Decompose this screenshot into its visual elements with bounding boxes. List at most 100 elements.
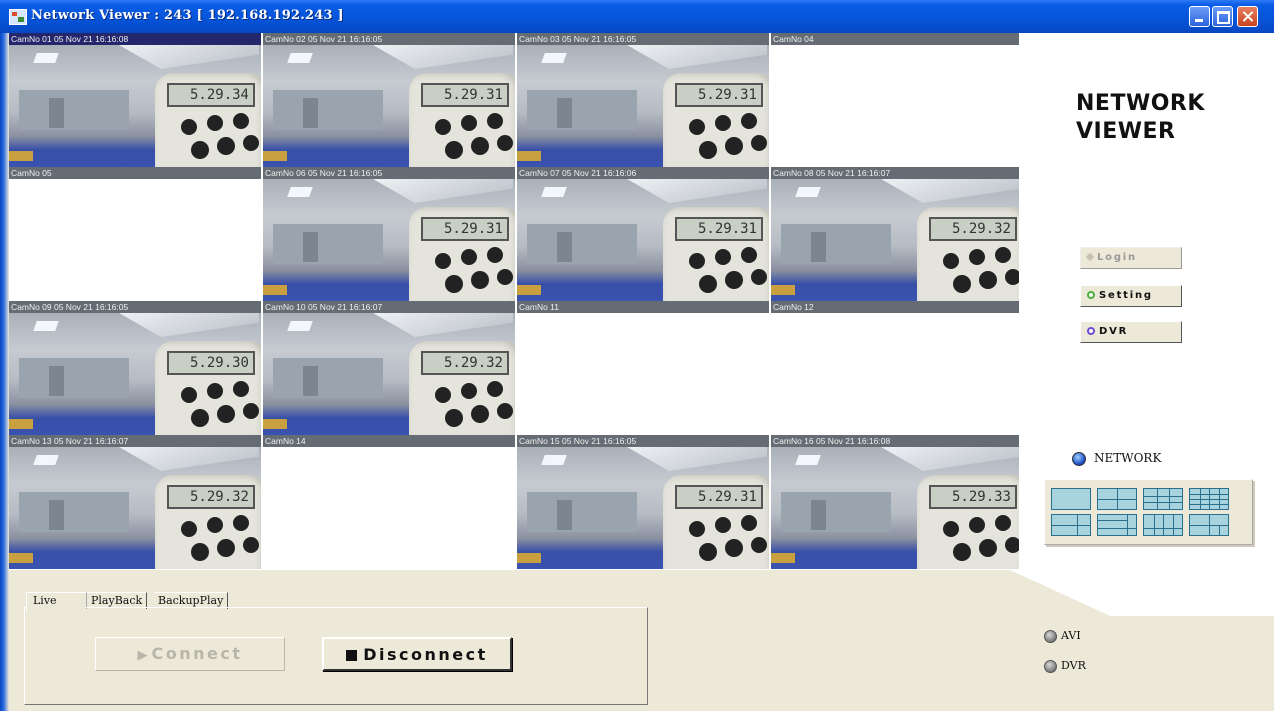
camera-label: CamNo 03 05 Nov 21 16:16:05 xyxy=(517,33,769,45)
camera-tile-16[interactable]: CamNo 16 05 Nov 21 16:16:08 5.29.33 xyxy=(771,435,1023,569)
close-button[interactable] xyxy=(1237,6,1258,27)
connect-label: Connect xyxy=(151,644,243,663)
window-title: Network Viewer : 243 [ 192.168.192.243 ] xyxy=(31,8,344,23)
setting-icon xyxy=(1087,291,1095,299)
dvr-radio-icon xyxy=(1044,659,1057,673)
camera-video-feed: 5.29.31 xyxy=(517,179,769,301)
camera-video-feed: 5.29.31 xyxy=(263,179,515,301)
camera-label: CamNo 13 05 Nov 21 16:16:07 xyxy=(9,435,261,447)
maximize-button[interactable] xyxy=(1212,6,1233,27)
meter-display: 5.29.31 xyxy=(675,83,763,107)
layout-1plus12-icon[interactable] xyxy=(1143,514,1183,536)
record-avi-radio[interactable]: AVI xyxy=(1044,629,1081,643)
meter-display: 5.29.34 xyxy=(167,83,255,107)
meter-display: 5.29.32 xyxy=(421,351,509,375)
camera-label: CamNo 08 05 Nov 21 16:16:07 xyxy=(771,167,1023,179)
network-viewer-logo: NETWORK VIEWER xyxy=(1076,90,1205,146)
camera-label: CamNo 05 xyxy=(9,167,261,179)
camera-video-feed: 5.29.30 xyxy=(9,313,261,435)
window-frame-left xyxy=(0,33,9,711)
camera-label: CamNo 10 05 Nov 21 16:16:07 xyxy=(263,301,515,313)
camera-tile-06[interactable]: CamNo 06 05 Nov 21 16:16:05 5.29.31 xyxy=(263,167,515,301)
layout-1x1-icon[interactable] xyxy=(1051,488,1091,510)
layout-2plus8-icon[interactable] xyxy=(1189,514,1229,536)
dvr-label: DVR xyxy=(1099,326,1129,337)
camera-tile-11[interactable]: CamNo 11 xyxy=(517,301,769,435)
camera-video-feed: 5.29.31 xyxy=(263,45,515,167)
camera-tile-01[interactable]: CamNo 01 05 Nov 21 16:16:08 5.29.34 xyxy=(9,33,261,167)
camera-video-feed: 5.29.34 xyxy=(9,45,261,167)
setting-button[interactable]: Setting xyxy=(1080,285,1182,307)
camera-video-feed: 5.29.32 xyxy=(9,447,261,569)
login-icon xyxy=(1085,252,1095,262)
camera-tile-12[interactable]: CamNo 12 xyxy=(771,301,1023,435)
avi-radio-icon xyxy=(1044,629,1057,643)
meter-display: 5.29.33 xyxy=(929,485,1017,509)
camera-label: CamNo 02 05 Nov 21 16:16:05 xyxy=(263,33,515,45)
dvr-button[interactable]: DVR xyxy=(1080,321,1182,343)
camera-label: CamNo 14 xyxy=(263,435,515,447)
camera-label: CamNo 11 xyxy=(517,301,769,313)
dvr-icon xyxy=(1087,327,1095,335)
camera-tile-02[interactable]: CamNo 02 05 Nov 21 16:16:05 5.29.31 xyxy=(263,33,515,167)
disconnect-button[interactable]: Disconnect xyxy=(322,637,512,671)
camera-video-feed: 5.29.33 xyxy=(771,447,1023,569)
meter-display: 5.29.32 xyxy=(929,217,1017,241)
tab-live[interactable]: Live xyxy=(26,592,86,611)
layout-4x4-icon[interactable] xyxy=(1189,488,1229,510)
camera-tile-05[interactable]: CamNo 05 xyxy=(9,167,261,301)
logo-line-2: VIEWER xyxy=(1076,119,1176,144)
login-button[interactable]: Login xyxy=(1080,247,1182,269)
camera-tile-13[interactable]: CamNo 13 05 Nov 21 16:16:07 5.29.32 xyxy=(9,435,261,569)
network-status-icon xyxy=(1072,451,1086,466)
layout-2x2-icon[interactable] xyxy=(1097,488,1137,510)
camera-tile-04[interactable]: CamNo 04 xyxy=(771,33,1023,167)
camera-label: CamNo 16 05 Nov 21 16:16:08 xyxy=(771,435,1023,447)
meter-display: 5.29.31 xyxy=(421,83,509,107)
login-label: Login xyxy=(1097,252,1137,263)
camera-tile-09[interactable]: CamNo 09 05 Nov 21 16:16:05 5.29.30 xyxy=(9,301,261,435)
camera-video-feed: 5.29.32 xyxy=(263,313,515,435)
camera-video-feed: 5.29.32 xyxy=(771,179,1023,301)
dvr-radio-label: DVR xyxy=(1061,659,1086,672)
layout-1plus7-icon[interactable] xyxy=(1097,514,1137,536)
connect-button[interactable]: ▶ Connect xyxy=(95,637,285,671)
setting-label: Setting xyxy=(1099,290,1153,301)
network-indicator[interactable]: NETWORK xyxy=(1072,451,1161,466)
title-bar[interactable]: Network Viewer : 243 [ 192.168.192.243 ] xyxy=(0,0,1274,34)
meter-display: 5.29.31 xyxy=(421,217,509,241)
camera-label: CamNo 12 xyxy=(771,301,1023,313)
camera-label: CamNo 15 05 Nov 21 16:16:05 xyxy=(517,435,769,447)
meter-display: 5.29.31 xyxy=(675,485,763,509)
camera-label: CamNo 04 xyxy=(771,33,1023,45)
camera-tile-03[interactable]: CamNo 03 05 Nov 21 16:16:05 5.29.31 xyxy=(517,33,769,167)
meter-display: 5.29.32 xyxy=(167,485,255,509)
logo-line-1: NETWORK xyxy=(1076,91,1205,116)
camera-video-feed: 5.29.31 xyxy=(517,447,769,569)
screen-layout-selector xyxy=(1044,479,1253,545)
layout-1plus5-icon[interactable] xyxy=(1051,514,1091,536)
layout-3x3-icon[interactable] xyxy=(1143,488,1183,510)
live-tab-panel: ▶ Connect Disconnect xyxy=(24,607,648,705)
camera-tile-08[interactable]: CamNo 08 05 Nov 21 16:16:07 5.29.32 xyxy=(771,167,1023,301)
camera-label: CamNo 01 05 Nov 21 16:16:08 xyxy=(9,33,261,45)
avi-label: AVI xyxy=(1061,629,1081,642)
camera-tile-10[interactable]: CamNo 10 05 Nov 21 16:16:07 5.29.32 xyxy=(263,301,515,435)
camera-label: CamNo 06 05 Nov 21 16:16:05 xyxy=(263,167,515,179)
disconnect-label: Disconnect xyxy=(363,645,488,664)
minimize-button[interactable] xyxy=(1189,6,1210,27)
record-dvr-radio[interactable]: DVR xyxy=(1044,659,1086,673)
app-icon[interactable] xyxy=(9,9,27,25)
camera-tile-15[interactable]: CamNo 15 05 Nov 21 16:16:05 5.29.31 xyxy=(517,435,769,569)
camera-tile-14[interactable]: CamNo 14 xyxy=(263,435,515,569)
network-label: NETWORK xyxy=(1094,451,1162,465)
camera-tile-07[interactable]: CamNo 07 05 Nov 21 16:16:06 5.29.31 xyxy=(517,167,769,301)
meter-display: 5.29.30 xyxy=(167,351,255,375)
camera-label: CamNo 07 05 Nov 21 16:16:06 xyxy=(517,167,769,179)
network-viewer-window: Network Viewer : 243 [ 192.168.192.243 ]… xyxy=(0,0,1274,711)
stop-icon xyxy=(346,650,358,661)
camera-label: CamNo 09 05 Nov 21 16:16:05 xyxy=(9,301,261,313)
meter-display: 5.29.31 xyxy=(675,217,763,241)
camera-grid: CamNo 01 05 Nov 21 16:16:08 5.29.34 CamNo … xyxy=(9,33,1023,570)
camera-video-feed: 5.29.31 xyxy=(517,45,769,167)
